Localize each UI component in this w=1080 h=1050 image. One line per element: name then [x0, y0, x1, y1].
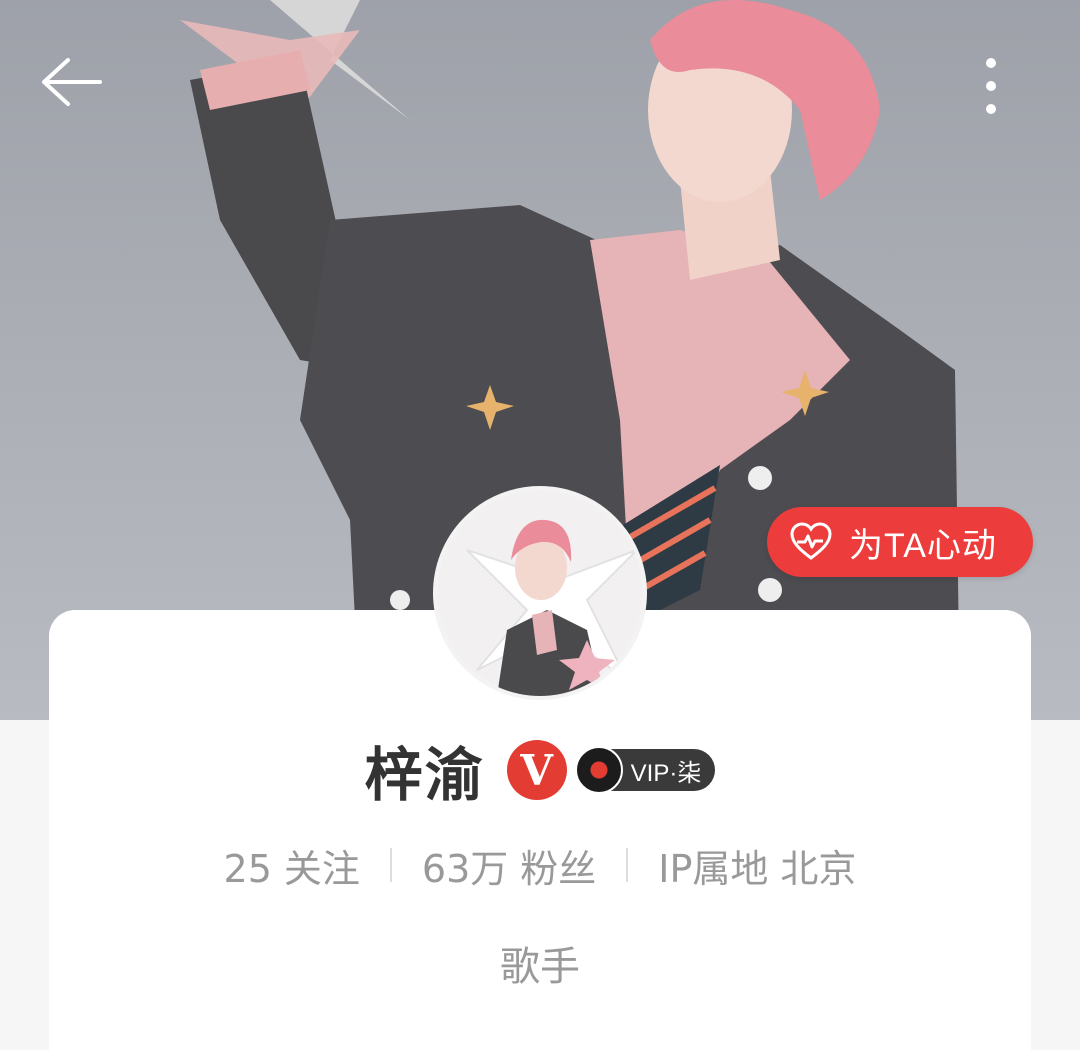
- like-button-label: 为TA心动: [849, 526, 997, 565]
- more-options-button[interactable]: [984, 56, 1040, 136]
- arrow-left-icon: [42, 58, 102, 106]
- vip-label: VIP·柒: [630, 759, 702, 787]
- like-button[interactable]: 为TA心动: [767, 507, 1033, 577]
- stat-followers[interactable]: 63万 粉丝: [392, 838, 626, 893]
- vinyl-disc-icon: [574, 746, 623, 794]
- profile-name: 梓渝: [364, 741, 485, 809]
- verified-badge[interactable]: V: [506, 740, 567, 800]
- stat-following[interactable]: 25 关注: [194, 838, 390, 893]
- heart-pulse-icon: [790, 522, 832, 560]
- avatar[interactable]: [433, 486, 647, 700]
- vip-badge[interactable]: VIP·柒: [574, 746, 716, 794]
- stat-ip-location: IP属地 北京: [658, 846, 857, 891]
- back-button[interactable]: [40, 56, 128, 136]
- profile-stats: 25 关注 63万 粉丝 IP属地 北京: [0, 830, 1080, 900]
- more-vertical-icon: [986, 58, 996, 114]
- profile-name-row: 梓渝 V VIP·柒: [0, 730, 1080, 810]
- profile-role: 歌手: [500, 944, 580, 990]
